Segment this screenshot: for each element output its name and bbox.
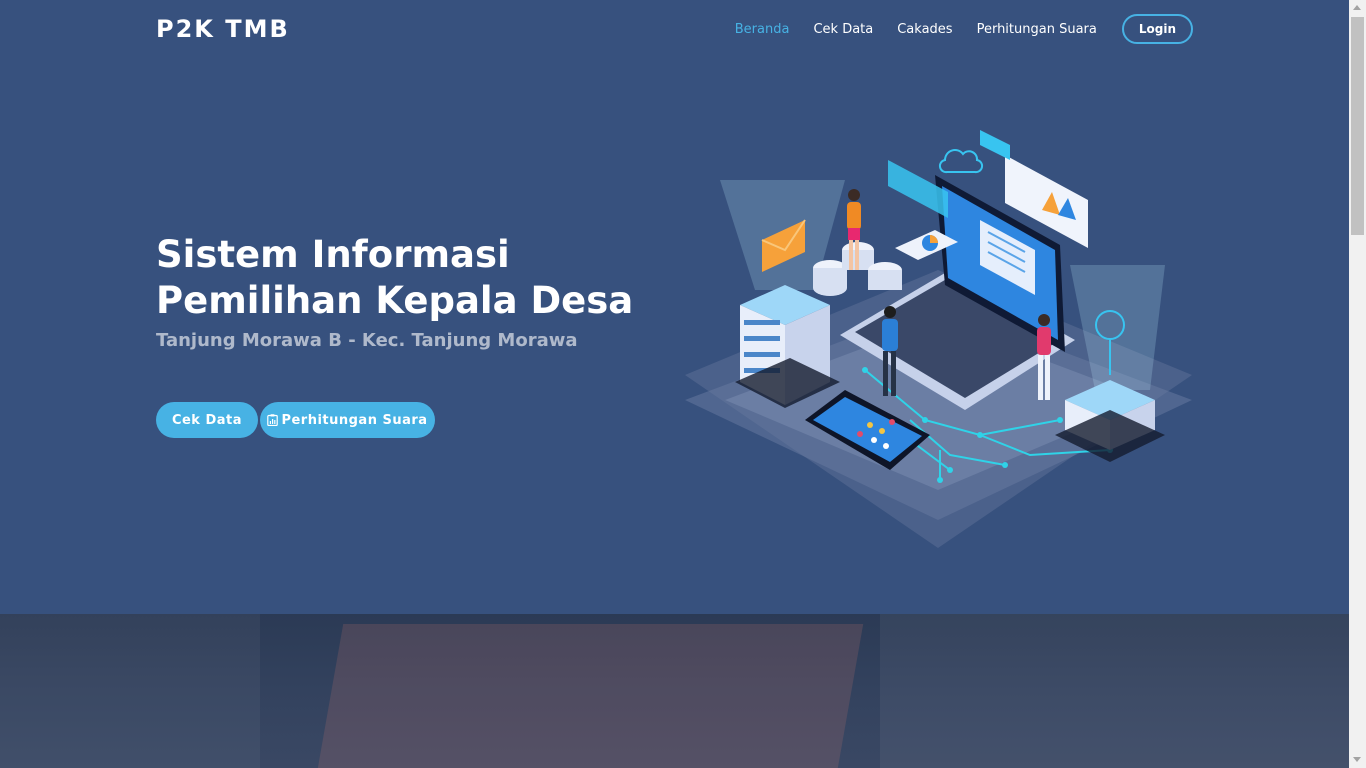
hero-subtitle: Tanjung Morawa B - Kec. Tanjung Morawa [156,330,578,351]
site-logo[interactable]: P2K TMB [156,15,290,43]
scrollbar-thumb[interactable] [1351,17,1364,235]
clipboard-chart-icon [267,414,279,426]
scroll-down-icon[interactable] [1353,757,1361,762]
scroll-up-icon[interactable] [1353,5,1361,10]
background-shape [0,614,260,768]
perhitungan-suara-button[interactable]: Perhitungan Suara [260,402,435,438]
nav-item-perhitungan-suara[interactable]: Perhitungan Suara [977,22,1097,37]
nav-item-cakades[interactable]: Cakades [897,22,952,37]
perhitungan-suara-button-label: Perhitungan Suara [281,412,428,428]
cek-data-button[interactable]: Cek Data [156,402,258,438]
computer-network-illustration-icon [685,130,1192,548]
nav-item-beranda[interactable]: Beranda [735,22,790,37]
clients-section-background [0,614,1349,768]
main-nav: Beranda Cek Data Cakades Perhitungan Sua… [711,13,1193,45]
hero-title: Sistem Informasi Pemilihan Kepala Desa [156,233,634,322]
hero-section: P2K TMB Beranda Cek Data Cakades Perhitu… [0,0,1349,614]
hero-buttons: Cek Data Perhitungan Suara [156,402,435,438]
login-button[interactable]: Login [1121,14,1193,44]
background-shape [316,624,864,768]
header: P2K TMB Beranda Cek Data Cakades Perhitu… [0,0,1349,58]
background-shape [880,614,1349,768]
cek-data-button-label: Cek Data [171,412,243,428]
nav-item-cek-data[interactable]: Cek Data [813,22,873,37]
page: P2K TMB Beranda Cek Data Cakades Perhitu… [0,0,1349,768]
